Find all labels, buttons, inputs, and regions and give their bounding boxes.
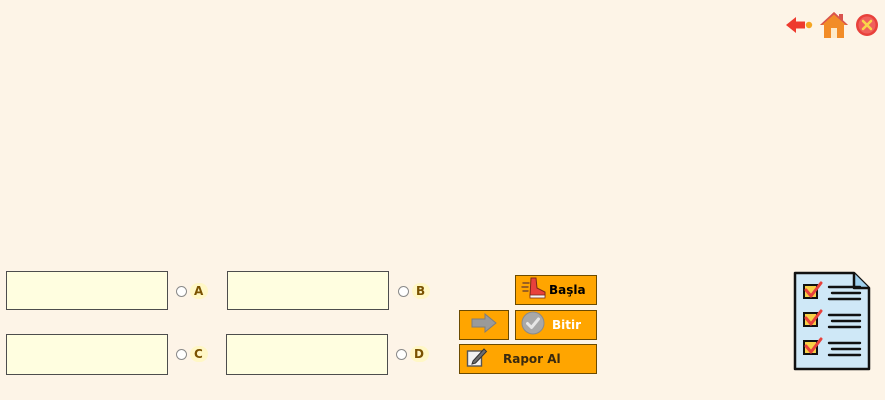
finish-button-label: Bitir (552, 318, 582, 332)
next-button[interactable] (459, 310, 509, 340)
option-letter-a: A (190, 283, 209, 299)
report-button-label: Rapor Al (503, 352, 561, 366)
check-circle-icon (521, 311, 545, 339)
answer-box-d[interactable] (226, 334, 388, 375)
radio-d[interactable] (396, 348, 407, 360)
report-button[interactable]: Rapor Al (459, 344, 597, 374)
close-icon[interactable] (855, 13, 879, 41)
answer-box-b[interactable] (227, 271, 389, 310)
radio-b[interactable] (398, 285, 409, 297)
option-letter-b: B (412, 283, 431, 299)
option-letter-c: C (190, 346, 208, 362)
option-letter-d: D (410, 346, 429, 362)
checklist-icon (792, 270, 872, 376)
pencil-note-icon (466, 346, 488, 372)
radio-c[interactable] (176, 348, 187, 360)
option-b[interactable]: B (398, 281, 431, 301)
option-a[interactable]: A (176, 281, 209, 301)
start-button-label: Başla (549, 283, 586, 297)
top-navigation (785, 11, 879, 43)
radio-a[interactable] (176, 285, 187, 297)
start-button[interactable]: Başla (515, 275, 597, 305)
answer-box-a[interactable] (6, 271, 168, 310)
back-arrow-icon[interactable] (785, 15, 813, 39)
running-shoe-icon (521, 276, 547, 304)
finish-button[interactable]: Bitir (515, 310, 597, 340)
answer-box-c[interactable] (6, 334, 168, 375)
option-d[interactable]: D (396, 344, 429, 364)
home-icon[interactable] (819, 11, 849, 43)
option-c[interactable]: C (176, 344, 208, 364)
arrow-right-icon (470, 312, 498, 337)
